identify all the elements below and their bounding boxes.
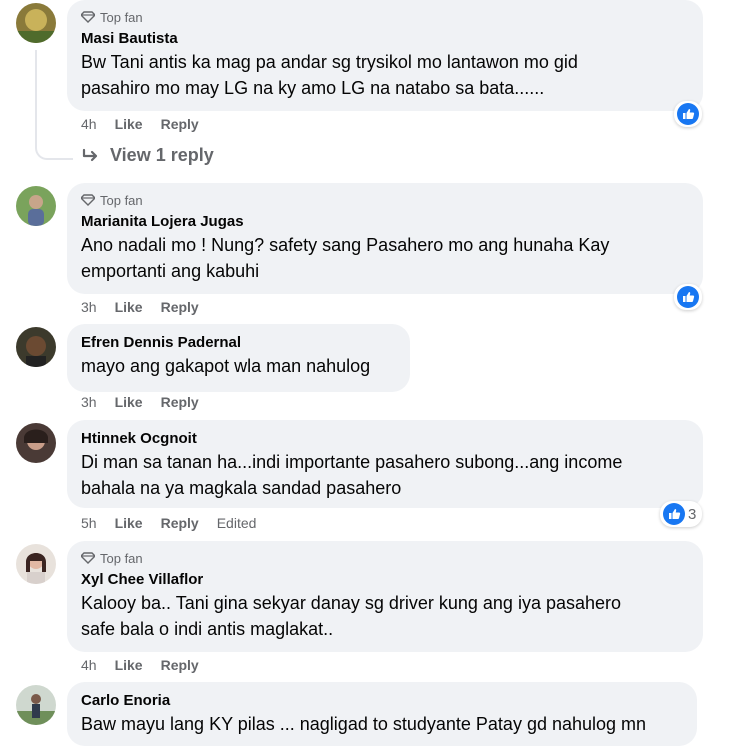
- diamond-icon: [81, 11, 95, 23]
- reply-button[interactable]: Reply: [161, 299, 199, 315]
- comment-actions: 4h Like Reply: [81, 116, 217, 132]
- reaction-badge[interactable]: 3: [660, 501, 703, 527]
- comment-text-line: safe bala o indi antis maglakat..: [81, 619, 334, 639]
- reply-button[interactable]: Reply: [161, 394, 199, 410]
- like-button[interactable]: Like: [115, 657, 143, 673]
- comment-text-line: Kalooy ba.. Tani gina sekyar danay sg dr…: [81, 593, 622, 613]
- like-reaction-icon: [677, 286, 699, 308]
- comment-text-line: Baw mayu lang KY pilas ... nagligad to s…: [81, 714, 647, 734]
- comment-bubble: Efren Dennis Padernal mayo ang gakapot w…: [67, 324, 410, 392]
- top-fan-label: Top fan: [100, 192, 143, 208]
- reaction-badge[interactable]: [674, 284, 702, 310]
- comment-actions: 5h Like Reply Edited: [81, 515, 274, 531]
- comment-bubble: Carlo Enoria Baw mayu lang KY pilas ... …: [67, 682, 697, 746]
- like-button[interactable]: Like: [115, 394, 143, 410]
- commenter-name[interactable]: Marianita Lojera Jugas: [81, 212, 689, 232]
- reply-button[interactable]: Reply: [161, 657, 199, 673]
- like-button[interactable]: Like: [115, 299, 143, 315]
- comment-bubble: Top fan Masi Bautista Bw Tani antis ka m…: [67, 0, 703, 111]
- comment-text-line: Ano nadali mo ! Nung? safety sang Pasahe…: [81, 235, 610, 255]
- timestamp[interactable]: 5h: [81, 515, 97, 531]
- comment-text-line: emportanti ang kabuhi: [81, 261, 260, 281]
- commenter-name[interactable]: Masi Bautista: [81, 29, 689, 49]
- reaction-count: 3: [688, 505, 697, 523]
- view-replies-button[interactable]: View 1 reply: [82, 145, 214, 166]
- comment-text-line: mayo ang gakapot wla man nahulog: [81, 356, 371, 376]
- timestamp[interactable]: 4h: [81, 657, 97, 673]
- comment-bubble: Htinnek Ocgnoit Di man sa tanan ha...ind…: [67, 420, 703, 508]
- like-reaction-icon: [663, 503, 685, 525]
- view-replies-label: View 1 reply: [110, 145, 214, 165]
- avatar[interactable]: [16, 186, 56, 226]
- timestamp[interactable]: 3h: [81, 299, 97, 315]
- commenter-name[interactable]: Htinnek Ocgnoit: [81, 429, 689, 449]
- avatar[interactable]: [16, 685, 56, 725]
- avatar[interactable]: [16, 544, 56, 584]
- diamond-icon: [81, 552, 95, 564]
- top-fan-badge: Top fan: [81, 9, 689, 25]
- timestamp[interactable]: 4h: [81, 116, 97, 132]
- like-reaction-icon: [677, 103, 699, 125]
- commenter-name[interactable]: Carlo Enoria: [81, 691, 683, 711]
- comment-actions: 3h Like Reply: [81, 394, 217, 410]
- comment-actions: 4h Like Reply: [81, 657, 217, 673]
- comment-text-line: pasahiro mo may LG na ky amo LG na natab…: [81, 78, 545, 98]
- timestamp[interactable]: 3h: [81, 394, 97, 410]
- edited-label: Edited: [216, 515, 257, 531]
- like-button[interactable]: Like: [115, 515, 143, 531]
- top-fan-label: Top fan: [100, 550, 143, 566]
- diamond-icon: [81, 194, 95, 206]
- comment-bubble: Top fan Marianita Lojera Jugas Ano nadal…: [67, 183, 703, 294]
- comment-text-line: Di man sa tanan ha...indi importante pas…: [81, 452, 623, 472]
- avatar[interactable]: [16, 423, 56, 463]
- avatar[interactable]: [16, 3, 56, 43]
- commenter-name[interactable]: Efren Dennis Padernal: [81, 333, 396, 353]
- comment-bubble: Top fan Xyl Chee Villaflor Kalooy ba.. T…: [67, 541, 703, 652]
- avatar[interactable]: [16, 327, 56, 367]
- reaction-badge[interactable]: [674, 101, 702, 127]
- top-fan-badge: Top fan: [81, 550, 689, 566]
- reply-arrow-icon: [82, 148, 98, 161]
- commenter-name[interactable]: Xyl Chee Villaflor: [81, 570, 689, 590]
- top-fan-badge: Top fan: [81, 192, 689, 208]
- comment-actions: 3h Like Reply: [81, 299, 217, 315]
- thread-connector: [35, 50, 73, 160]
- comment-text-line: Bw Tani antis ka mag pa andar sg trysiko…: [81, 52, 578, 72]
- like-button[interactable]: Like: [115, 116, 143, 132]
- comment-text-line: bahala na ya magkala sandad pasahero: [81, 478, 402, 498]
- top-fan-label: Top fan: [100, 9, 143, 25]
- reply-button[interactable]: Reply: [161, 515, 199, 531]
- reply-button[interactable]: Reply: [161, 116, 199, 132]
